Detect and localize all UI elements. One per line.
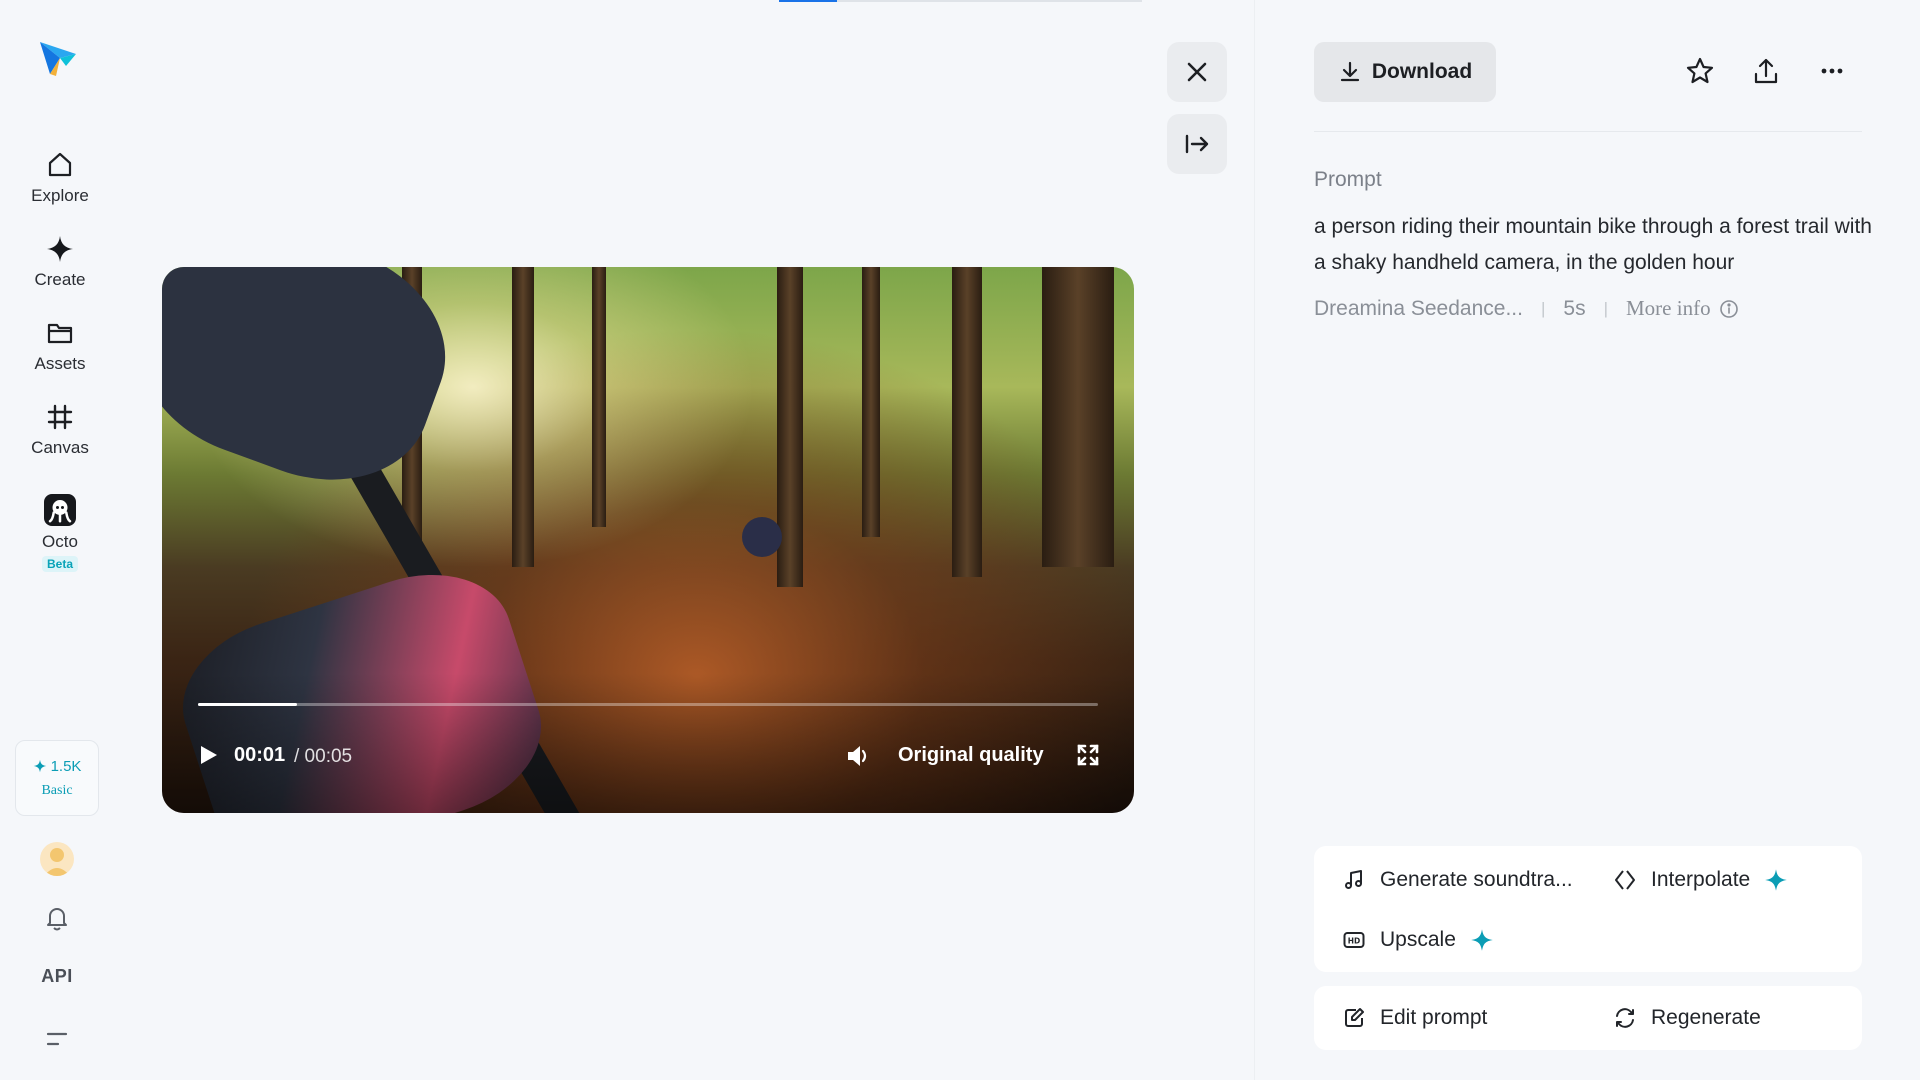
action-label: Upscale [1380,928,1456,951]
tree-trunk [592,267,606,527]
meta-separator: | [1603,298,1608,318]
refresh-icon [1616,1008,1634,1028]
video-scrubber-fill [198,703,297,706]
close-button[interactable] [1167,42,1227,102]
avatar-icon [44,848,70,876]
sidebar-item-label: Assets [34,354,86,373]
sidebar-item-canvas[interactable]: Canvas [10,402,110,474]
tree-trunk [862,267,880,537]
sidebar-item-label: Explore [31,186,89,205]
post-process-actions: Generate soundtra... Interpolate HD Upsc… [1314,846,1862,972]
generate-soundtrack-button[interactable]: Generate soundtra... [1342,868,1573,892]
rider-arm [162,267,473,512]
bell-icon[interactable] [42,903,72,933]
duration: / 00:05 [294,746,353,767]
more-info-link[interactable]: More info [1626,296,1739,321]
action-label: Regenerate [1651,1006,1761,1029]
sparkle-icon [47,236,73,262]
credits-plan: Basic [41,782,73,798]
edit-icon [1345,1008,1364,1027]
credits-amount: 1.5K [33,757,82,775]
api-link[interactable]: API [30,966,84,987]
beta-badge: Beta [41,556,78,572]
app-logo-icon[interactable] [36,36,80,80]
top-progress-fill [779,0,838,2]
credits-card[interactable]: 1.5K Basic [15,740,99,816]
sidebar-item-explore[interactable]: Explore [10,150,110,222]
sidebar-item-label: Canvas [31,438,89,457]
more-info-label: More info [1626,296,1711,320]
regenerate-button[interactable]: Regenerate [1613,1006,1761,1030]
menu-icon[interactable] [42,1024,72,1054]
sidebar-item-label: Octo [42,532,78,551]
tree-trunk [1042,267,1114,567]
play-icon[interactable] [196,743,220,767]
sidebar: Explore Create Assets Canvas Octo Beta 1… [0,0,120,1080]
avatar[interactable] [40,842,74,876]
action-label: Edit prompt [1380,1006,1488,1029]
interpolate-button[interactable]: Interpolate [1613,868,1788,892]
video-scrubber[interactable] [198,703,1098,706]
prompt-actions: Edit prompt Regenerate [1314,986,1862,1050]
close-icon [1187,62,1207,82]
distant-rider [742,517,782,557]
tree-trunk [512,267,534,567]
sparkle-icon [1471,929,1493,951]
sidebar-item-octo[interactable]: Octo Beta [10,494,110,590]
download-label: Download [1371,60,1473,83]
collapse-panel-button[interactable] [1167,114,1227,174]
folder-icon [47,323,73,344]
action-label: Interpolate [1651,868,1751,891]
credits-amount-label: 1.5K [50,757,82,775]
more-icon[interactable] [1817,56,1847,86]
hd-icon: HD [1343,932,1365,948]
tree-trunk [952,267,982,577]
info-icon [1719,299,1738,318]
model-name: Dreamina Seedance... [1314,296,1523,320]
home-icon [48,152,72,177]
panel-rule [1314,131,1862,132]
sparkle-icon [1765,869,1788,891]
current-time: 00:01 [234,744,286,766]
prompt-heading: Prompt [1314,168,1382,191]
interpolate-icon [1615,870,1635,890]
video-player[interactable]: 00:01 / 00:05 Original quality [162,267,1134,813]
music-note-icon [1345,870,1362,889]
meta-separator: | [1540,298,1546,318]
prompt-text: a person riding their mountain bike thro… [1314,215,1872,274]
canvas-icon [47,404,73,430]
action-label: Generate soundtra... [1380,868,1573,891]
edit-prompt-button[interactable]: Edit prompt [1342,1006,1487,1030]
sidebar-item-label: Create [34,270,86,289]
upscale-button[interactable]: HD Upscale [1342,928,1494,952]
top-progress-track [779,0,1142,2]
svg-text:HD: HD [1348,937,1361,946]
fullscreen-icon[interactable] [1076,743,1100,767]
star-icon[interactable] [1685,56,1715,86]
panel-divider [1254,0,1255,1080]
download-button[interactable]: Download [1314,42,1496,102]
download-icon [1340,61,1359,82]
share-icon[interactable] [1751,56,1781,86]
video-gradient [162,673,1134,813]
video-length: 5s [1563,296,1586,320]
sidebar-item-create[interactable]: Create [10,234,110,306]
sparkle-icon [33,759,46,773]
quality-selector[interactable]: Original quality [898,744,1044,767]
generation-meta: Dreamina Seedance... | 5s | More info [1314,296,1739,321]
volume-icon[interactable] [844,742,872,770]
arrow-right-bar-icon [1185,134,1209,154]
sidebar-item-assets[interactable]: Assets [10,318,110,390]
octo-icon [44,494,76,526]
